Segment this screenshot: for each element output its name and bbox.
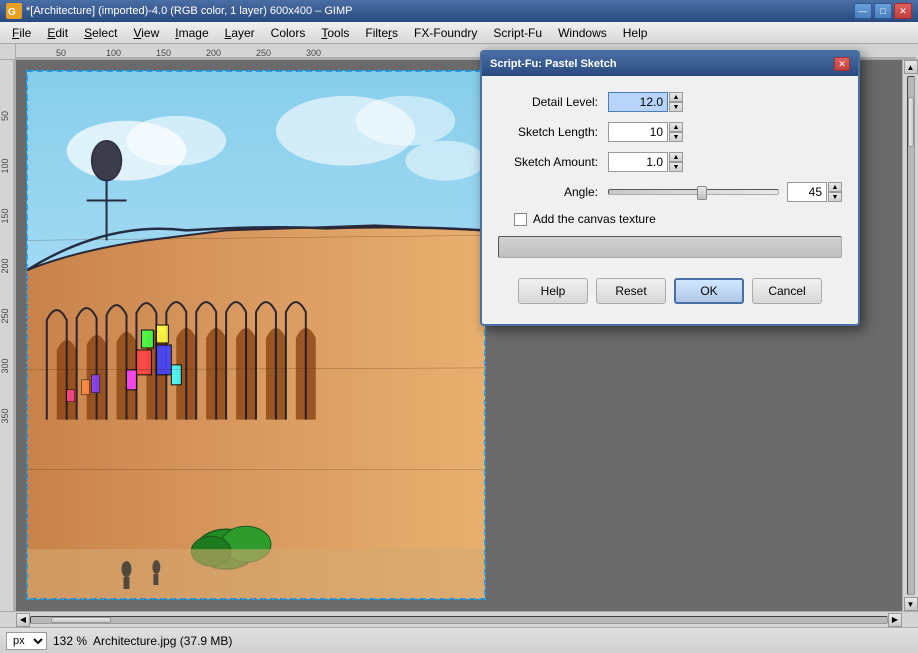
angle-label: Angle: bbox=[498, 185, 608, 199]
sketch-length-row: Sketch Length: ▲ ▼ bbox=[498, 122, 842, 142]
menu-windows[interactable]: Windows bbox=[550, 24, 615, 42]
sketch-amount-row: Sketch Amount: ▲ ▼ bbox=[498, 152, 842, 172]
sketch-length-spinner: ▲ ▼ bbox=[669, 122, 683, 142]
menu-bar: File Edit Select View Image Layer Colors… bbox=[0, 22, 918, 44]
sketch-amount-spinner: ▲ ▼ bbox=[669, 152, 683, 172]
minimize-button[interactable]: — bbox=[854, 3, 872, 19]
menu-colors[interactable]: Colors bbox=[263, 24, 314, 42]
unit-select[interactable]: px in cm bbox=[6, 632, 47, 650]
svg-text:50: 50 bbox=[0, 111, 10, 121]
app-icon: G bbox=[6, 3, 22, 19]
menu-script-fu[interactable]: Script-Fu bbox=[485, 24, 550, 42]
window-controls: — □ ✕ bbox=[854, 3, 912, 19]
menu-select[interactable]: Select bbox=[76, 24, 125, 42]
help-button[interactable]: Help bbox=[518, 278, 588, 304]
menu-layer[interactable]: Layer bbox=[217, 24, 263, 42]
dialog-close-button[interactable]: ✕ bbox=[834, 57, 850, 71]
sketch-length-label: Sketch Length: bbox=[498, 125, 608, 139]
horizontal-scrollbar: ◀ ▶ bbox=[0, 611, 918, 627]
scrollbar-h-track[interactable] bbox=[30, 616, 888, 624]
close-button[interactable]: ✕ bbox=[894, 3, 912, 19]
detail-level-row: Detail Level: ▲ ▼ bbox=[498, 92, 842, 112]
angle-spinner: ▲ ▼ bbox=[828, 182, 842, 202]
svg-text:300: 300 bbox=[0, 358, 10, 373]
svg-text:G: G bbox=[8, 7, 16, 18]
detail-level-input[interactable] bbox=[608, 92, 668, 112]
canvas-texture-row: Add the canvas texture bbox=[514, 212, 842, 226]
dialog-title-bar: Script-Fu: Pastel Sketch ✕ bbox=[482, 52, 858, 76]
svg-text:250: 250 bbox=[0, 308, 10, 323]
svg-text:350: 350 bbox=[0, 408, 10, 423]
sketch-length-down[interactable]: ▼ bbox=[669, 132, 683, 142]
menu-edit[interactable]: Edit bbox=[39, 24, 76, 42]
image-canvas bbox=[26, 70, 486, 600]
svg-text:50: 50 bbox=[56, 48, 66, 58]
detail-level-input-group: ▲ ▼ bbox=[608, 92, 683, 112]
title-bar: G *[Architecture] (imported)-4.0 (RGB co… bbox=[0, 0, 918, 22]
ok-button[interactable]: OK bbox=[674, 278, 744, 304]
angle-down[interactable]: ▼ bbox=[828, 192, 842, 202]
dialog-buttons: Help Reset OK Cancel bbox=[498, 266, 842, 308]
menu-file[interactable]: File bbox=[4, 24, 39, 42]
scrollbar-h-thumb[interactable] bbox=[51, 617, 111, 623]
svg-text:250: 250 bbox=[256, 48, 271, 58]
vertical-ruler: 50 100 150 200 250 300 350 bbox=[0, 60, 16, 611]
sketch-amount-label: Sketch Amount: bbox=[498, 155, 608, 169]
scroll-right-button[interactable]: ▶ bbox=[888, 613, 902, 627]
canvas-texture-label: Add the canvas texture bbox=[533, 212, 656, 226]
svg-text:100: 100 bbox=[0, 158, 10, 173]
status-filename: Architecture.jpg (37.9 MB) bbox=[93, 634, 232, 648]
scrollbar-v-thumb[interactable] bbox=[908, 97, 914, 147]
sketch-length-input[interactable] bbox=[608, 122, 668, 142]
svg-text:200: 200 bbox=[0, 258, 10, 273]
reset-button[interactable]: Reset bbox=[596, 278, 666, 304]
menu-tools[interactable]: Tools bbox=[313, 24, 357, 42]
scrollbar-v-track[interactable] bbox=[907, 76, 915, 595]
svg-text:150: 150 bbox=[0, 208, 10, 223]
angle-control-group: ▲ ▼ bbox=[608, 182, 842, 202]
menu-fx-foundry[interactable]: FX-Foundry bbox=[406, 24, 485, 42]
progress-bar bbox=[498, 236, 842, 258]
maximize-button[interactable]: □ bbox=[874, 3, 892, 19]
scroll-down-button[interactable]: ▼ bbox=[904, 597, 918, 611]
ruler-corner bbox=[0, 44, 16, 60]
dialog-title: Script-Fu: Pastel Sketch bbox=[490, 58, 617, 70]
menu-filters[interactable]: Filters bbox=[357, 24, 406, 42]
detail-level-spinner: ▲ ▼ bbox=[669, 92, 683, 112]
sketch-amount-down[interactable]: ▼ bbox=[669, 162, 683, 172]
detail-level-up[interactable]: ▲ bbox=[669, 92, 683, 102]
angle-slider-thumb[interactable] bbox=[697, 186, 707, 200]
canvas-texture-checkbox[interactable] bbox=[514, 213, 527, 226]
angle-row: Angle: ▲ ▼ bbox=[498, 182, 842, 202]
sketch-length-up[interactable]: ▲ bbox=[669, 122, 683, 132]
detail-level-label: Detail Level: bbox=[498, 95, 608, 109]
svg-text:150: 150 bbox=[156, 48, 171, 58]
angle-value-input[interactable] bbox=[787, 182, 827, 202]
zoom-level: 132 % bbox=[53, 634, 87, 648]
sketch-amount-input[interactable] bbox=[608, 152, 668, 172]
sketch-length-input-group: ▲ ▼ bbox=[608, 122, 683, 142]
svg-text:100: 100 bbox=[106, 48, 121, 58]
sketch-amount-up[interactable]: ▲ bbox=[669, 152, 683, 162]
script-fu-dialog: Script-Fu: Pastel Sketch ✕ Detail Level:… bbox=[480, 50, 860, 326]
status-bar: px in cm 132 % Architecture.jpg (37.9 MB… bbox=[0, 627, 918, 653]
scroll-left-button[interactable]: ◀ bbox=[16, 613, 30, 627]
cancel-button[interactable]: Cancel bbox=[752, 278, 822, 304]
menu-view[interactable]: View bbox=[125, 24, 167, 42]
angle-slider-track[interactable] bbox=[608, 189, 779, 195]
detail-level-down[interactable]: ▼ bbox=[669, 102, 683, 112]
svg-text:300: 300 bbox=[306, 48, 321, 58]
scroll-up-button[interactable]: ▲ bbox=[904, 60, 918, 74]
menu-help[interactable]: Help bbox=[615, 24, 656, 42]
window-title: *[Architecture] (imported)-4.0 (RGB colo… bbox=[26, 5, 352, 17]
vertical-scrollbar: ▲ ▼ bbox=[902, 60, 918, 611]
dialog-body: Detail Level: ▲ ▼ Sketch Length: ▲ ▼ bbox=[482, 76, 858, 324]
sketch-amount-input-group: ▲ ▼ bbox=[608, 152, 683, 172]
menu-image[interactable]: Image bbox=[167, 24, 216, 42]
svg-text:200: 200 bbox=[206, 48, 221, 58]
angle-up[interactable]: ▲ bbox=[828, 182, 842, 192]
